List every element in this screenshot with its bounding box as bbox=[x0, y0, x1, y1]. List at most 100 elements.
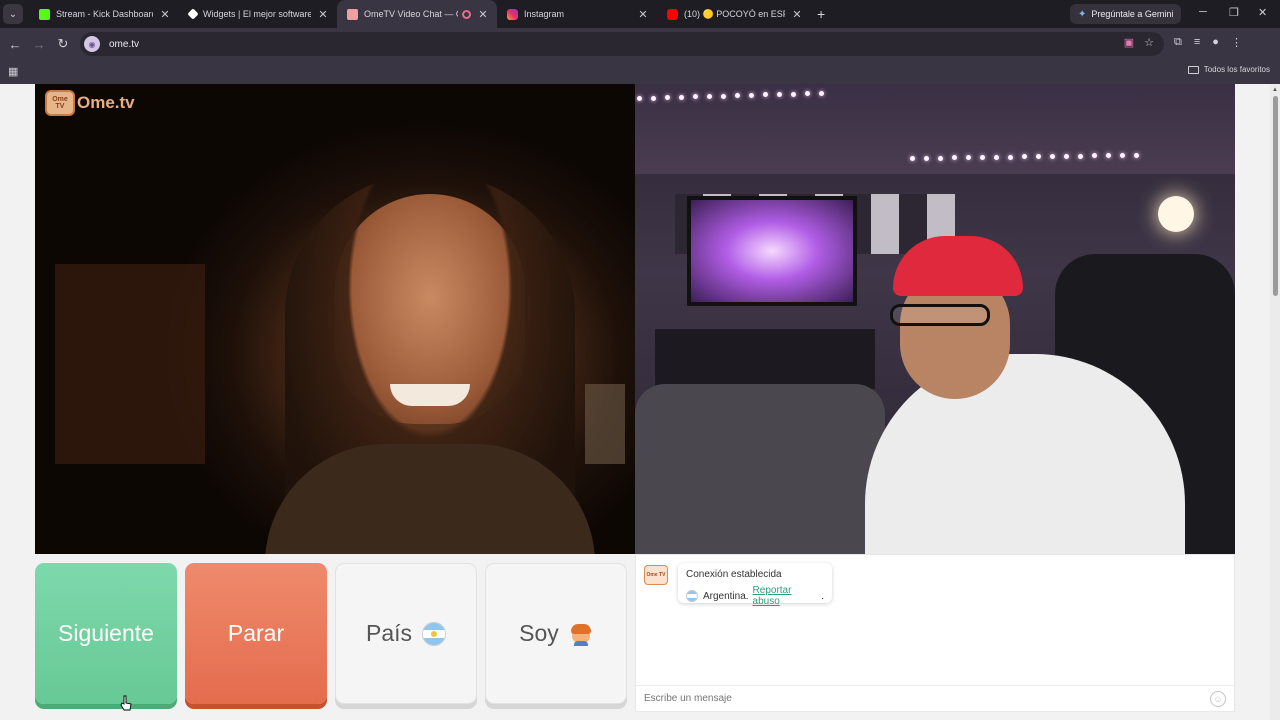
glasses bbox=[890, 304, 990, 326]
led-dot bbox=[938, 155, 943, 161]
gemini-button[interactable]: ✦ Pregúntale a Gemini bbox=[1070, 4, 1182, 24]
report-suffix: . bbox=[821, 590, 824, 602]
tab-strip: ⌄ Stream - Kick Dashboard ✕ Widgets | El… bbox=[0, 0, 1280, 28]
led-dot bbox=[805, 91, 810, 97]
profile-icon[interactable]: ● bbox=[1212, 36, 1219, 49]
country-button-label: País bbox=[365, 620, 413, 646]
led-dot bbox=[749, 92, 754, 98]
tab-ometv[interactable]: OmeTV Video Chat — Ome ✕ bbox=[337, 0, 497, 28]
led-dot bbox=[651, 95, 656, 101]
browser-toolbar: ← → ↻ ◉ ome.tv ▣ ☆ ⧉ ≡ ● ⋮ bbox=[0, 28, 1280, 60]
tab-youtube[interactable]: (10) 🟡 POCOYÓ en ESPAÑOL ✕ bbox=[657, 0, 811, 28]
tab-kick-dashboard[interactable]: Stream - Kick Dashboard ✕ bbox=[29, 0, 179, 28]
scroll-up-arrow-icon[interactable]: ▲ bbox=[1272, 87, 1278, 93]
address-bar[interactable]: ◉ ome.tv ▣ ☆ bbox=[80, 32, 1164, 56]
report-abuse-link[interactable]: Reportar abuso bbox=[753, 585, 822, 607]
led-dot bbox=[1036, 154, 1041, 160]
tab-title: OmeTV Video Chat — Ome bbox=[364, 9, 458, 19]
partner-smile bbox=[390, 384, 470, 406]
led-dot bbox=[721, 93, 726, 99]
led-dot bbox=[693, 94, 698, 100]
close-icon[interactable]: ✕ bbox=[159, 8, 171, 21]
minimize-icon[interactable]: ─ bbox=[1199, 6, 1207, 18]
extensions-icon[interactable]: ⧉ bbox=[1174, 36, 1182, 49]
window-close-icon[interactable]: ✕ bbox=[1258, 6, 1267, 19]
led-dot bbox=[707, 94, 712, 99]
couch bbox=[635, 384, 885, 554]
ometv-logo-icon: Ome TV bbox=[45, 90, 75, 116]
tab-search-icon[interactable]: ⌄ bbox=[3, 4, 23, 24]
led-dot bbox=[637, 96, 642, 101]
emoji-picker-icon[interactable]: ☺ bbox=[1210, 691, 1226, 707]
stop-button[interactable]: Parar bbox=[185, 563, 327, 704]
apps-grid-icon[interactable]: ▦ bbox=[8, 65, 18, 78]
led-light-strip bbox=[910, 152, 1139, 164]
partner-video: Ome TV Ome.tv bbox=[35, 84, 635, 554]
back-icon[interactable]: ← bbox=[3, 37, 27, 52]
hand-cursor-icon bbox=[120, 695, 132, 711]
close-icon[interactable]: ✕ bbox=[477, 8, 489, 21]
close-icon[interactable]: ✕ bbox=[791, 8, 803, 21]
media-controls-icon[interactable]: ≡ bbox=[1194, 36, 1200, 49]
folder-icon bbox=[1187, 65, 1199, 74]
gender-button-label: Soy bbox=[519, 620, 559, 646]
led-dot bbox=[952, 155, 957, 161]
next-button-label: Siguiente bbox=[58, 620, 154, 646]
all-bookmarks-button[interactable]: Todos los favoritos bbox=[1187, 65, 1270, 74]
gemini-sparkle-icon: ✦ bbox=[1078, 8, 1087, 20]
led-dot bbox=[1078, 153, 1083, 159]
led-light-strip bbox=[637, 88, 837, 101]
url-text: ome.tv bbox=[109, 38, 140, 50]
youtube-icon bbox=[667, 8, 678, 20]
led-dot bbox=[1050, 154, 1055, 159]
bookmark-star-icon[interactable]: ☆ bbox=[1144, 36, 1154, 49]
gender-select-button[interactable]: Soy bbox=[485, 563, 627, 704]
tab-title: (10) 🟡 POCOYÓ en ESPAÑOL bbox=[684, 8, 785, 19]
led-dot bbox=[1008, 154, 1013, 160]
scrollbar-thumb[interactable] bbox=[1273, 96, 1278, 296]
kick-icon bbox=[39, 8, 50, 20]
forward-icon[interactable]: → bbox=[27, 37, 51, 52]
led-dot bbox=[679, 94, 684, 100]
led-dot bbox=[1120, 153, 1125, 158]
close-icon[interactable]: ✕ bbox=[317, 8, 329, 21]
close-icon[interactable]: ✕ bbox=[637, 8, 649, 21]
all-bookmarks-label: Todos los favoritos bbox=[1203, 65, 1270, 74]
message-input[interactable] bbox=[636, 685, 1234, 711]
new-tab-button[interactable]: + bbox=[817, 6, 825, 22]
led-dot bbox=[1092, 153, 1097, 159]
tab-title: Stream - Kick Dashboard bbox=[56, 9, 153, 19]
wall-lamp bbox=[1158, 196, 1194, 232]
menu-icon[interactable]: ⋮ bbox=[1231, 36, 1242, 49]
tv-screen bbox=[687, 196, 857, 306]
restore-icon[interactable]: ❐ bbox=[1229, 6, 1239, 19]
led-dot bbox=[735, 93, 740, 99]
next-button[interactable]: Siguiente bbox=[35, 563, 177, 704]
country-filter-button[interactable]: País bbox=[335, 563, 477, 704]
led-dot bbox=[910, 156, 915, 161]
page-scrollbar[interactable]: ▲ bbox=[1270, 84, 1280, 720]
led-dot bbox=[763, 92, 768, 98]
ometv-chat-logo-icon: Ome TV bbox=[644, 565, 668, 585]
camera-in-use-icon[interactable]: ▣ bbox=[1124, 36, 1134, 49]
tab-instagram[interactable]: Instagram ✕ bbox=[497, 0, 657, 28]
tab-title: Widgets | El mejor software para bbox=[203, 9, 311, 19]
connection-status: Conexión establecida bbox=[686, 569, 782, 580]
reload-icon[interactable]: ↻ bbox=[51, 36, 75, 52]
partner-country: Argentina. bbox=[702, 590, 749, 602]
led-dot bbox=[980, 155, 985, 160]
stop-button-label: Parar bbox=[227, 620, 285, 646]
site-info-icon[interactable]: ◉ bbox=[84, 36, 100, 52]
background-appliance bbox=[585, 384, 625, 464]
led-dot bbox=[665, 95, 670, 101]
tab-widgets[interactable]: Widgets | El mejor software para ✕ bbox=[179, 0, 337, 28]
self-video bbox=[635, 84, 1235, 554]
led-dot bbox=[819, 90, 824, 96]
led-dot bbox=[924, 155, 929, 161]
gemini-label: Pregúntale a Gemini bbox=[1091, 9, 1174, 19]
tab-title: Instagram bbox=[524, 9, 565, 19]
led-dot bbox=[1134, 152, 1139, 158]
led-dot bbox=[791, 91, 796, 97]
bookmarks-bar: ▦ Todos los favoritos bbox=[0, 60, 1280, 84]
ometv-icon bbox=[347, 8, 358, 20]
